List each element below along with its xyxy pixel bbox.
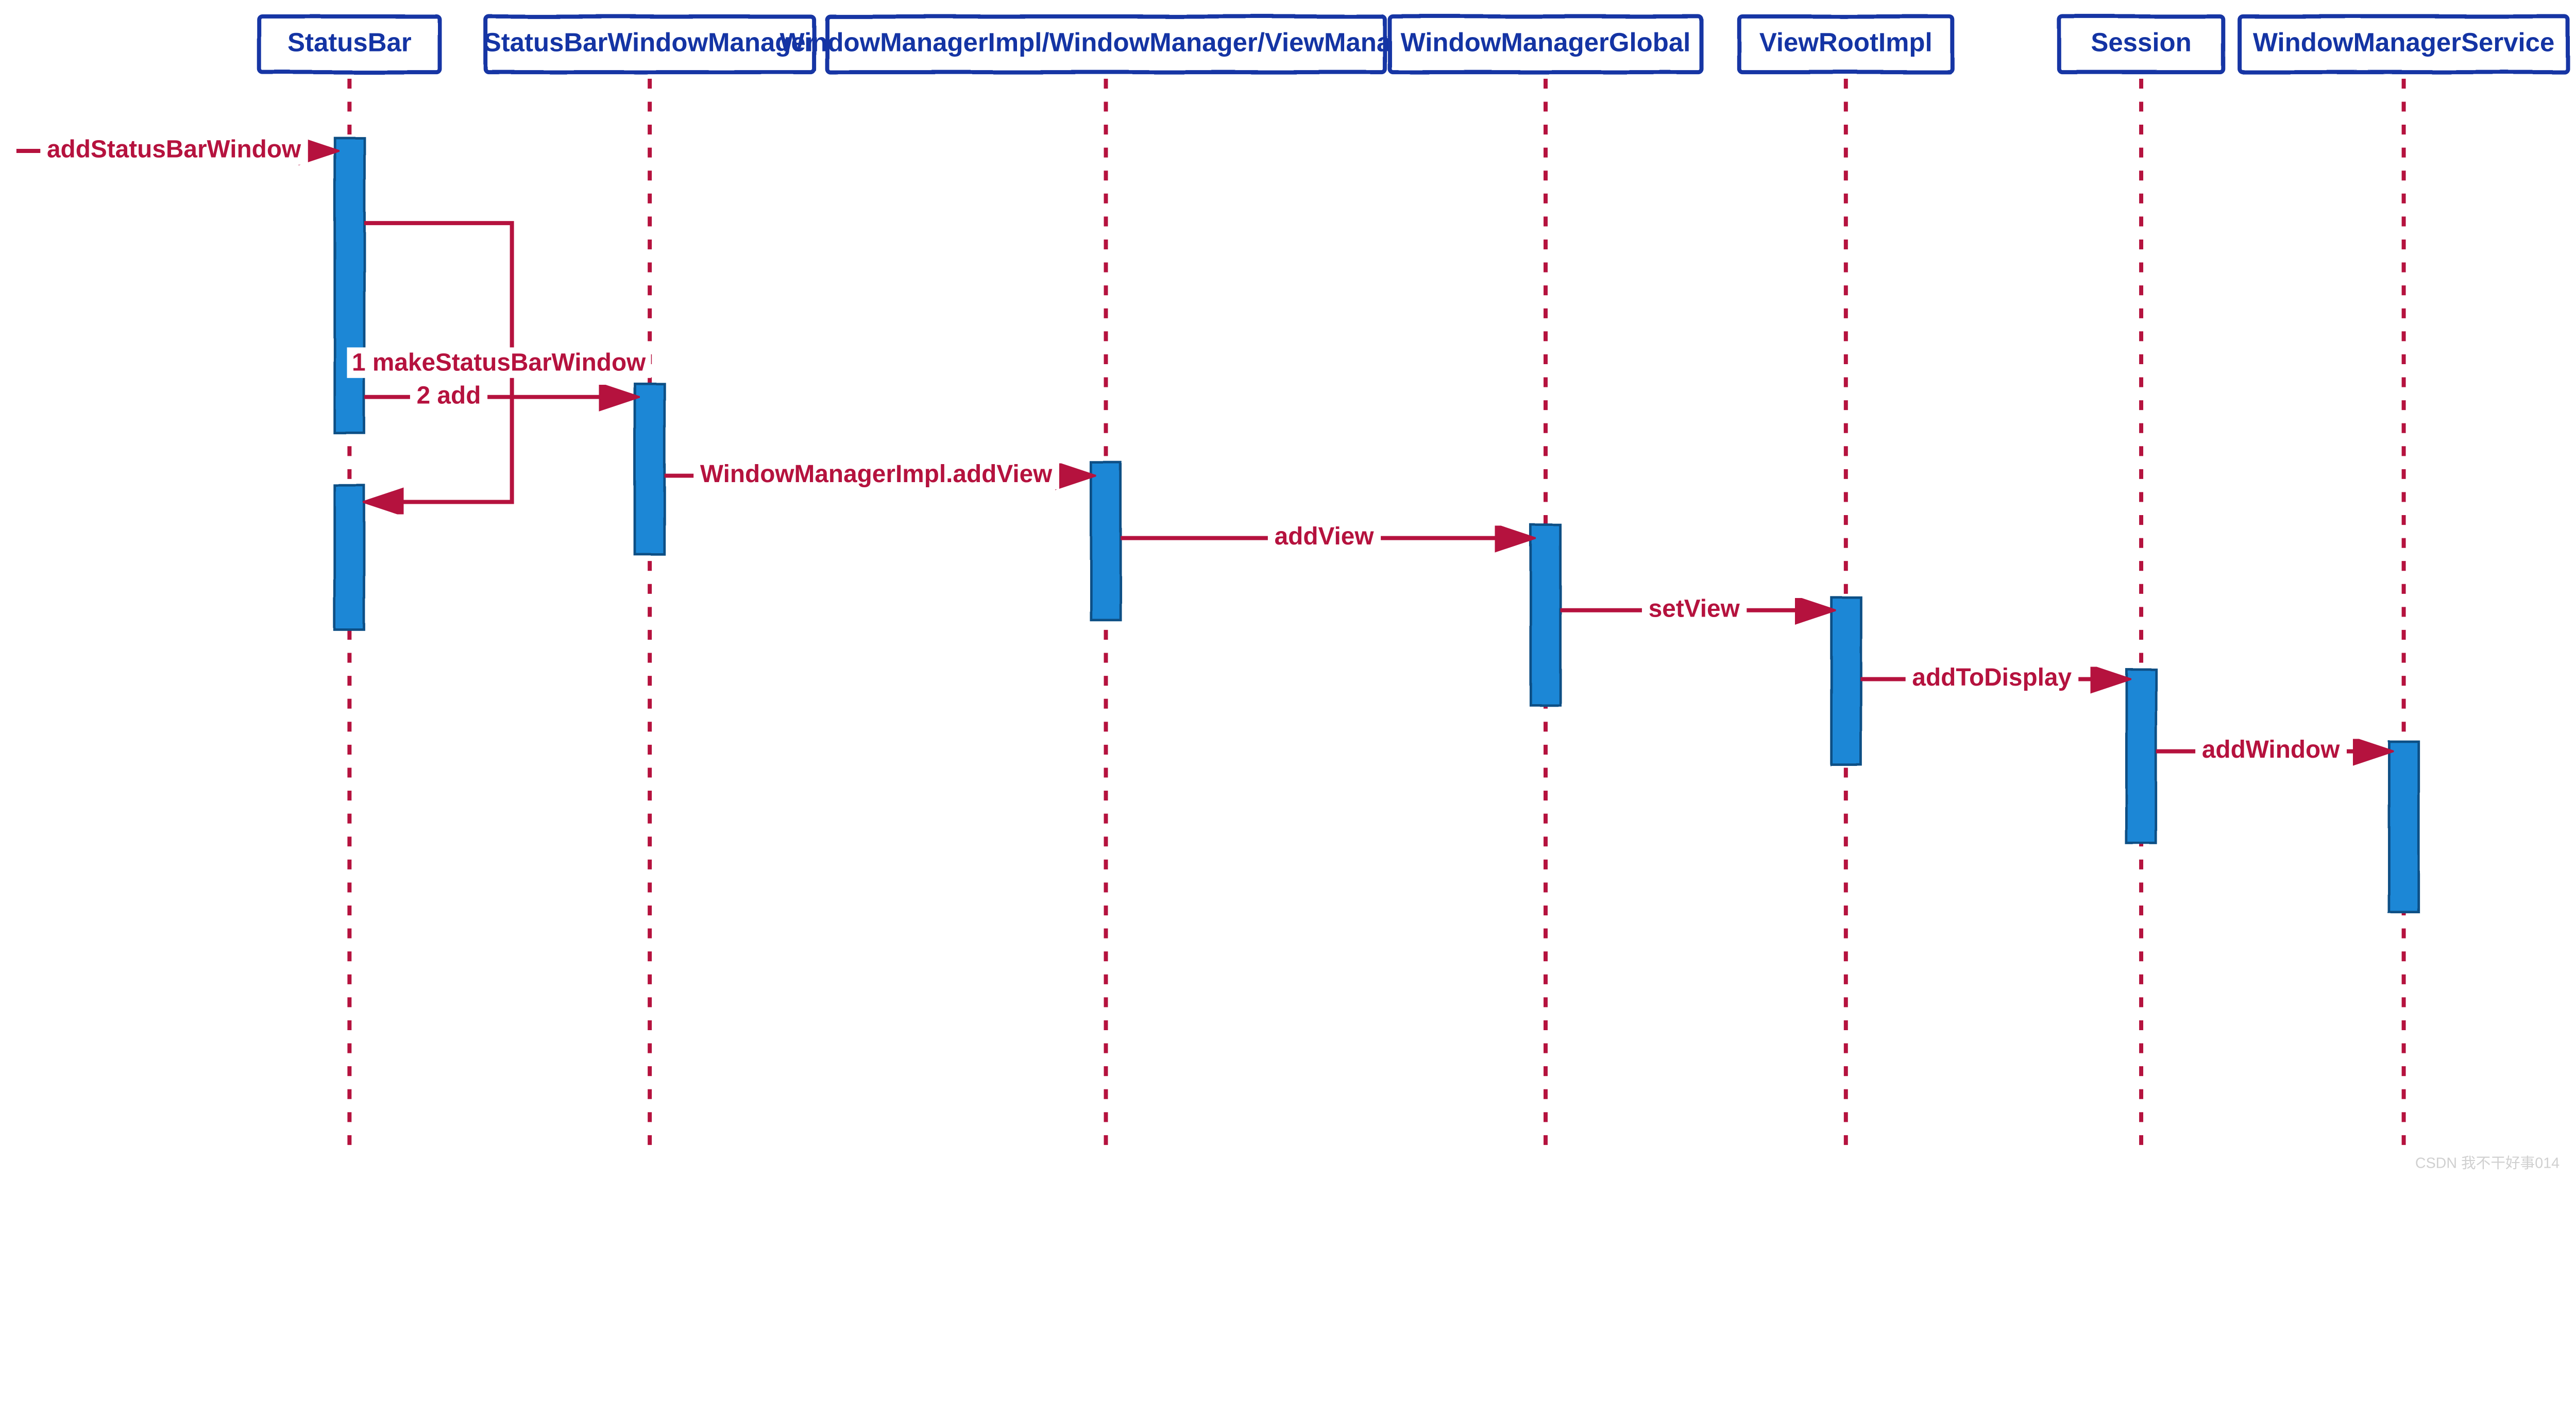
- msg-setview-label: setView: [1649, 595, 1740, 622]
- msg-makeStatusBarWindow-label: 1 makeStatusBarWindow: [352, 349, 646, 377]
- participant-label-p2: WindowManagerImpl/WindowManager/ViewMana…: [779, 27, 1432, 57]
- activation-p0a: [335, 138, 364, 433]
- participant-label-p6: WindowManagerService: [2253, 27, 2554, 57]
- participant-label-p1: StatusBarWindowManager: [484, 27, 816, 57]
- msg-addwindow-label: addWindow: [2202, 736, 2340, 763]
- activation-p5: [2126, 669, 2156, 843]
- msg-addview-label: addView: [1275, 523, 1375, 550]
- msg-addStatusBarWindow-label: addStatusBarWindow: [47, 136, 301, 163]
- participant-label-p4: ViewRootImpl: [1759, 27, 1933, 57]
- msg-addtodisplay-label: addToDisplay: [1912, 664, 2072, 691]
- msg-wmimpl-addview-label: WindowManagerImpl.addView: [700, 460, 1053, 488]
- participant-label-p5: Session: [2091, 27, 2191, 57]
- msg-add-label: 2 add: [417, 382, 481, 409]
- activation-p3: [1531, 525, 1560, 705]
- activation-p6: [2389, 741, 2418, 912]
- activation-p1: [635, 384, 664, 554]
- participant-label-p0: StatusBar: [287, 27, 412, 57]
- sequence-diagram: StatusBarStatusBarWindowManagerWindowMan…: [0, 0, 2576, 1181]
- activation-p0b: [335, 486, 364, 630]
- watermark: CSDN 我不干好事014: [2415, 1155, 2560, 1172]
- activation-p4: [1831, 597, 1860, 764]
- activation-p2: [1091, 463, 1121, 620]
- participant-label-p3: WindowManagerGlobal: [1401, 27, 1691, 57]
